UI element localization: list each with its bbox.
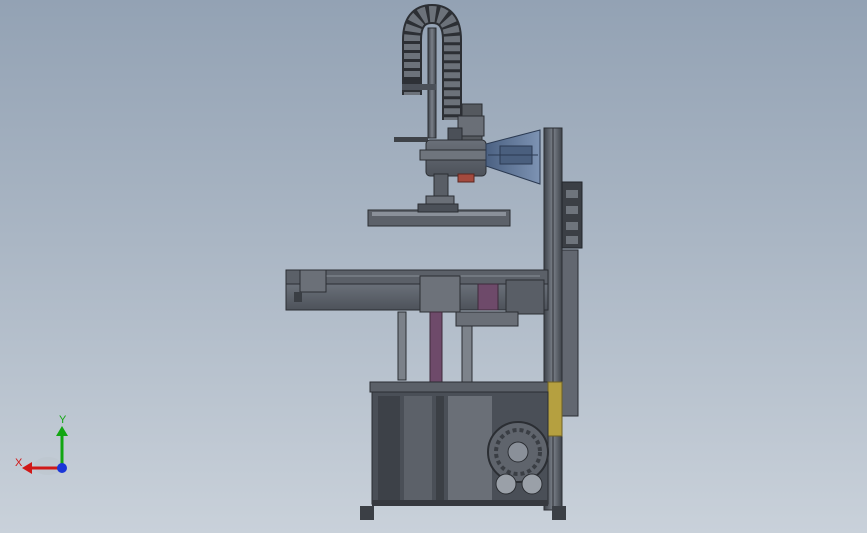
tool-rod (394, 137, 428, 142)
lift-cylinder (397, 311, 519, 383)
yellow-plate (547, 381, 563, 437)
cable-chain (402, 3, 462, 120)
blue-bracket (485, 129, 541, 185)
z-axis-dot (57, 463, 67, 473)
x-axis-head (22, 462, 32, 474)
coordinate-triad: Y X (15, 414, 68, 475)
conveyor-beam (285, 269, 549, 315)
cad-viewport[interactable]: Y X (0, 0, 867, 533)
y-axis-head (56, 426, 68, 436)
gripper-head (419, 139, 493, 207)
control-cabinet (561, 181, 583, 417)
machine-model[interactable] (0, 0, 867, 533)
x-axis-label: X (15, 457, 23, 469)
y-axis-label: Y (59, 414, 67, 426)
suction-plate (367, 203, 511, 227)
table-top (369, 381, 549, 393)
